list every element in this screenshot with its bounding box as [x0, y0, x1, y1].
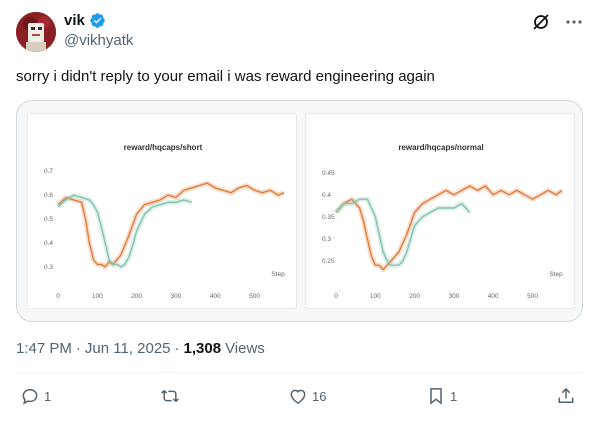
x-tick-label: 0	[334, 293, 338, 300]
handle[interactable]: @vikhyatk	[64, 32, 133, 49]
x-tick-label: 200	[131, 293, 142, 300]
bookmark-count: 1	[450, 388, 458, 404]
reply-count: 1	[44, 388, 52, 404]
y-tick-label: 0.5	[44, 216, 53, 223]
like-count: 16	[312, 388, 327, 404]
y-tick-label: 0.6	[44, 192, 53, 199]
y-tick-label: 0.7	[44, 168, 53, 175]
chart-panel-normal: reward/hqcaps/normal 0.45 0.4 0.35 0.3 0.25 0 1…	[305, 113, 575, 309]
x-axis-label: Step	[271, 271, 285, 278]
y-tick-label: 0.35	[322, 214, 335, 221]
x-tick-label: 500	[527, 293, 538, 300]
series-line	[57, 194, 192, 268]
meta-separator: ·	[75, 340, 81, 357]
tweet-text: sorry i didn't reply to your email i was…	[16, 68, 435, 85]
views-label: Views	[225, 340, 265, 357]
y-tick-label: 0.4	[44, 240, 53, 247]
x-tick-label: 0	[56, 293, 60, 300]
series-band	[334, 196, 472, 268]
tweet-date[interactable]: Jun 11, 2025	[85, 340, 171, 357]
x-tick-label: 100	[92, 293, 103, 300]
tweet-media[interactable]: reward/hqcaps/short 0.7 0.6 0.5 0.4 0.3 0 100 20…	[16, 100, 583, 322]
reply-button[interactable]: 1	[20, 386, 51, 406]
series-line	[57, 182, 285, 268]
series-band	[334, 183, 564, 273]
series-band	[56, 192, 193, 270]
avatar[interactable]	[16, 12, 56, 52]
x-tick-label: 400	[488, 293, 499, 300]
grok-icon[interactable]	[531, 12, 551, 32]
display-name[interactable]: vik	[64, 12, 85, 29]
share-button[interactable]	[556, 386, 576, 406]
like-button[interactable]: 16	[288, 386, 326, 406]
action-bar: 1 16 1	[16, 386, 583, 412]
y-tick-label: 0.45	[322, 170, 335, 177]
top-actions	[531, 12, 583, 32]
y-tick-label: 0.3	[322, 236, 331, 243]
x-tick-label: 200	[409, 293, 420, 300]
divider	[16, 372, 583, 373]
x-tick-label: 100	[370, 293, 381, 300]
x-tick-label: 300	[449, 293, 460, 300]
repost-icon	[161, 390, 179, 402]
more-icon[interactable]	[565, 13, 583, 31]
x-tick-label: 300	[171, 293, 182, 300]
like-icon	[290, 389, 306, 404]
share-icon	[558, 387, 574, 403]
x-tick-label: 400	[210, 293, 221, 300]
x-axis-label: Step	[549, 271, 563, 278]
chart-title: reward/hqcaps/short	[124, 143, 203, 152]
y-tick-label: 0.25	[322, 258, 335, 265]
meta-separator: ·	[174, 340, 180, 357]
views-count: 1,308	[183, 340, 222, 357]
chart-reward-hqcaps-normal: reward/hqcaps/normal 0.45 0.4 0.35 0.3 0.25 0 1…	[322, 143, 564, 300]
bookmark-button[interactable]: 1	[426, 386, 457, 406]
avatar-image	[16, 12, 56, 52]
repost-button[interactable]	[160, 386, 184, 406]
tweet-time[interactable]: 1:47 PM	[16, 340, 72, 357]
y-tick-label: 0.4	[322, 192, 331, 199]
tweet-meta: 1:47 PM · Jun 11, 2025 · 1,308 Views	[16, 340, 265, 357]
bookmark-icon	[430, 388, 442, 405]
verified-badge-icon[interactable]	[89, 12, 106, 29]
chart-panel-short: reward/hqcaps/short 0.7 0.6 0.5 0.4 0.3 0 100 20…	[27, 113, 297, 309]
chart-reward-hqcaps-short: reward/hqcaps/short 0.7 0.6 0.5 0.4 0.3 0 100 20…	[44, 143, 285, 300]
chart-title: reward/hqcaps/normal	[398, 143, 483, 152]
x-tick-label: 500	[249, 293, 260, 300]
author-name-row[interactable]: vik	[64, 12, 106, 29]
reply-icon	[22, 388, 38, 405]
y-tick-label: 0.3	[44, 264, 53, 271]
